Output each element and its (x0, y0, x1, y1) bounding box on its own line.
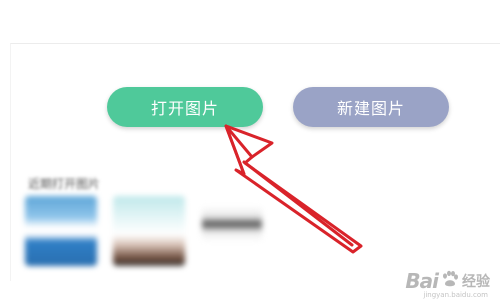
watermark-brand: Bai (405, 269, 439, 293)
watermark-url: jingyan.baidu.com (423, 291, 488, 299)
new-image-label: 新建图片 (336, 99, 405, 118)
recent-image-thumbnail[interactable] (202, 206, 262, 242)
new-image-button[interactable]: 新建图片 (293, 87, 449, 127)
app-window: 打开图片 新建图片 近期打开图片 Bai 经验 jingyan.baidu.co… (0, 0, 500, 299)
baidu-watermark: Bai 经验 (405, 269, 490, 293)
recent-image-thumbnail[interactable] (113, 196, 185, 266)
watermark-sub: 经验 (462, 274, 490, 290)
paw-icon (441, 270, 459, 292)
open-image-button[interactable]: 打开图片 (107, 87, 263, 127)
recent-images-label: 近期打开图片 (28, 177, 101, 191)
recent-image-thumbnail[interactable] (25, 196, 97, 266)
open-image-label: 打开图片 (150, 99, 219, 118)
